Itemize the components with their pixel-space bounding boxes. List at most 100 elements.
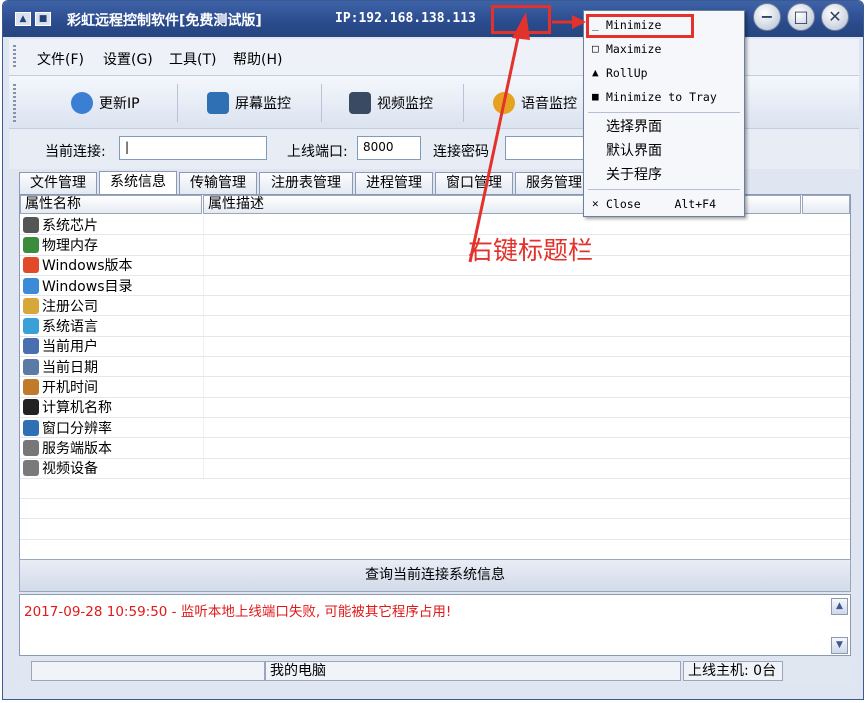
status-online-hosts: 上线主机: 0台 [683,661,783,681]
column-divider [203,255,204,275]
ctx-select-ui[interactable]: 选择界面 [588,116,740,138]
list-item-label: 注册公司 [42,298,98,315]
log-panel: 2017-09-28 10:59:50 - 监听本地上线端口失败, 可能被其它程… [19,594,851,656]
audio-monitor-button[interactable]: 语音监控 [493,88,577,118]
menubar-grip[interactable] [13,45,16,69]
list-item-label: 当前用户 [42,339,98,356]
toolbar-separator [321,84,322,122]
empty-row [20,540,850,561]
column-extra[interactable] [802,195,850,214]
computer-name-icon [23,399,39,416]
video-monitor-button[interactable]: 视频监控 [349,88,433,118]
screen-monitor-label: 屏幕监控 [235,96,291,112]
audio-icon [493,92,515,114]
current-connection-input[interactable]: | [119,136,267,160]
column-divider [203,397,204,417]
toolbar-grip[interactable] [13,84,16,122]
list-item[interactable]: 物理内存 [20,235,850,256]
column-divider [203,377,204,397]
video-monitor-label: 视频监控 [377,96,433,112]
ctx-default-ui[interactable]: 默认界面 [588,140,740,162]
close-x-icon: ✕ [592,197,599,210]
ctx-about[interactable]: 关于程序 [588,164,740,186]
port-input[interactable]: 8000 [357,136,421,160]
camera-icon [349,92,371,114]
list-item-label: 当前日期 [42,359,98,376]
ctx-close-label: Close [606,197,641,211]
rollup-icon[interactable]: ▲ [15,12,31,26]
ctx-rollup-label: RollUp [606,66,648,80]
list-item[interactable]: Windows目录 [20,275,850,297]
list-item-label: 系统芯片 [42,217,98,234]
tab-window[interactable]: 窗口管理 [435,172,513,194]
maximize-button[interactable]: □ [787,3,815,31]
empty-row [20,519,850,540]
column-divider [203,316,204,336]
list-item-label: 物理内存 [42,237,98,254]
status-bar: 我的电脑 上线主机: 0台 [19,659,851,683]
audio-monitor-label: 语音监控 [521,96,577,112]
menu-tools[interactable]: 工具(T) [169,49,216,69]
menu-help[interactable]: 帮助(H) [233,49,282,69]
tab-registry[interactable]: 注册表管理 [259,172,353,194]
list-item[interactable]: 窗口分辨率 [20,417,850,439]
ctx-separator [588,189,740,190]
list-item-label: Windows版本 [42,258,133,275]
query-system-info-button[interactable]: 查询当前连接系统信息 [19,559,851,592]
windows-logo-icon [23,257,39,274]
memory-icon [23,236,39,253]
tray-square-icon: ■ [592,90,599,103]
column-divider [203,458,204,478]
menu-settings[interactable]: 设置(G) [103,49,153,69]
list-item-label: Windows目录 [42,278,133,295]
scroll-up-button[interactable]: ▲ [831,598,848,615]
ctx-tray-label: Minimize to Tray [606,90,717,104]
tab-service[interactable]: 服务管理 [515,172,593,194]
port-label: 上线端口: [287,144,348,160]
column-divider [203,235,204,255]
list-item[interactable]: 计算机名称 [20,397,850,418]
user-icon [23,338,39,355]
ctx-maximize-label: Maximize [606,42,662,56]
list-item[interactable]: 系统芯片 [20,215,850,236]
list-item[interactable]: 系统语言 [20,316,850,337]
list-item[interactable]: 注册公司 [20,296,850,317]
tray-icon[interactable]: ■ [35,12,51,26]
list-item[interactable]: 服务端版本 [20,438,850,459]
ctx-minimize-tray[interactable]: ■ Minimize to Tray [588,86,740,108]
column-divider [203,417,204,438]
update-ip-label: 更新IP [99,96,140,112]
column-divider [203,215,204,235]
list-item[interactable]: 开机时间 [20,377,850,398]
status-left [31,661,265,681]
column-divider [203,296,204,316]
annotation-box-minimize [586,14,694,38]
empty-row [20,479,850,500]
list-item[interactable]: 当前日期 [20,357,850,378]
column-property-name[interactable]: 属性名称 [20,195,202,214]
ctx-rollup[interactable]: ▲ RollUp [588,62,740,84]
password-input[interactable] [505,136,589,160]
list-item[interactable]: 视频设备 [20,458,850,479]
close-button[interactable]: ✕ [821,3,849,31]
ctx-close[interactable]: ✕ Close Alt+F4 [588,193,740,215]
tab-process[interactable]: 进程管理 [355,172,433,194]
ctx-maximize[interactable]: □ Maximize [588,38,740,60]
minimize-button[interactable]: − [753,3,781,31]
rollup-arrow-icon: ▲ [592,66,599,79]
webcam-icon [23,460,39,477]
tab-transfer[interactable]: 传输管理 [179,172,257,194]
current-connection-label: 当前连接: [45,144,106,160]
system-info-list: 属性名称 属性描述 系统芯片 物理内存 Windows版本 Windows目录 注册公司… [19,194,851,592]
tab-system-info[interactable]: 系统信息 [99,171,177,194]
monitor-icon [207,92,229,114]
screen-monitor-button[interactable]: 屏幕监控 [207,88,291,118]
scroll-down-button[interactable]: ▼ [831,637,848,654]
menu-file[interactable]: 文件(F) [37,49,84,69]
tab-file-manager[interactable]: 文件管理 [19,172,97,194]
update-ip-button[interactable]: 更新IP [71,88,140,118]
list-item-label: 系统语言 [42,319,98,336]
list-item[interactable]: 当前用户 [20,336,850,358]
list-item[interactable]: Windows版本 [20,255,850,276]
maximize-icon: □ [592,42,599,55]
